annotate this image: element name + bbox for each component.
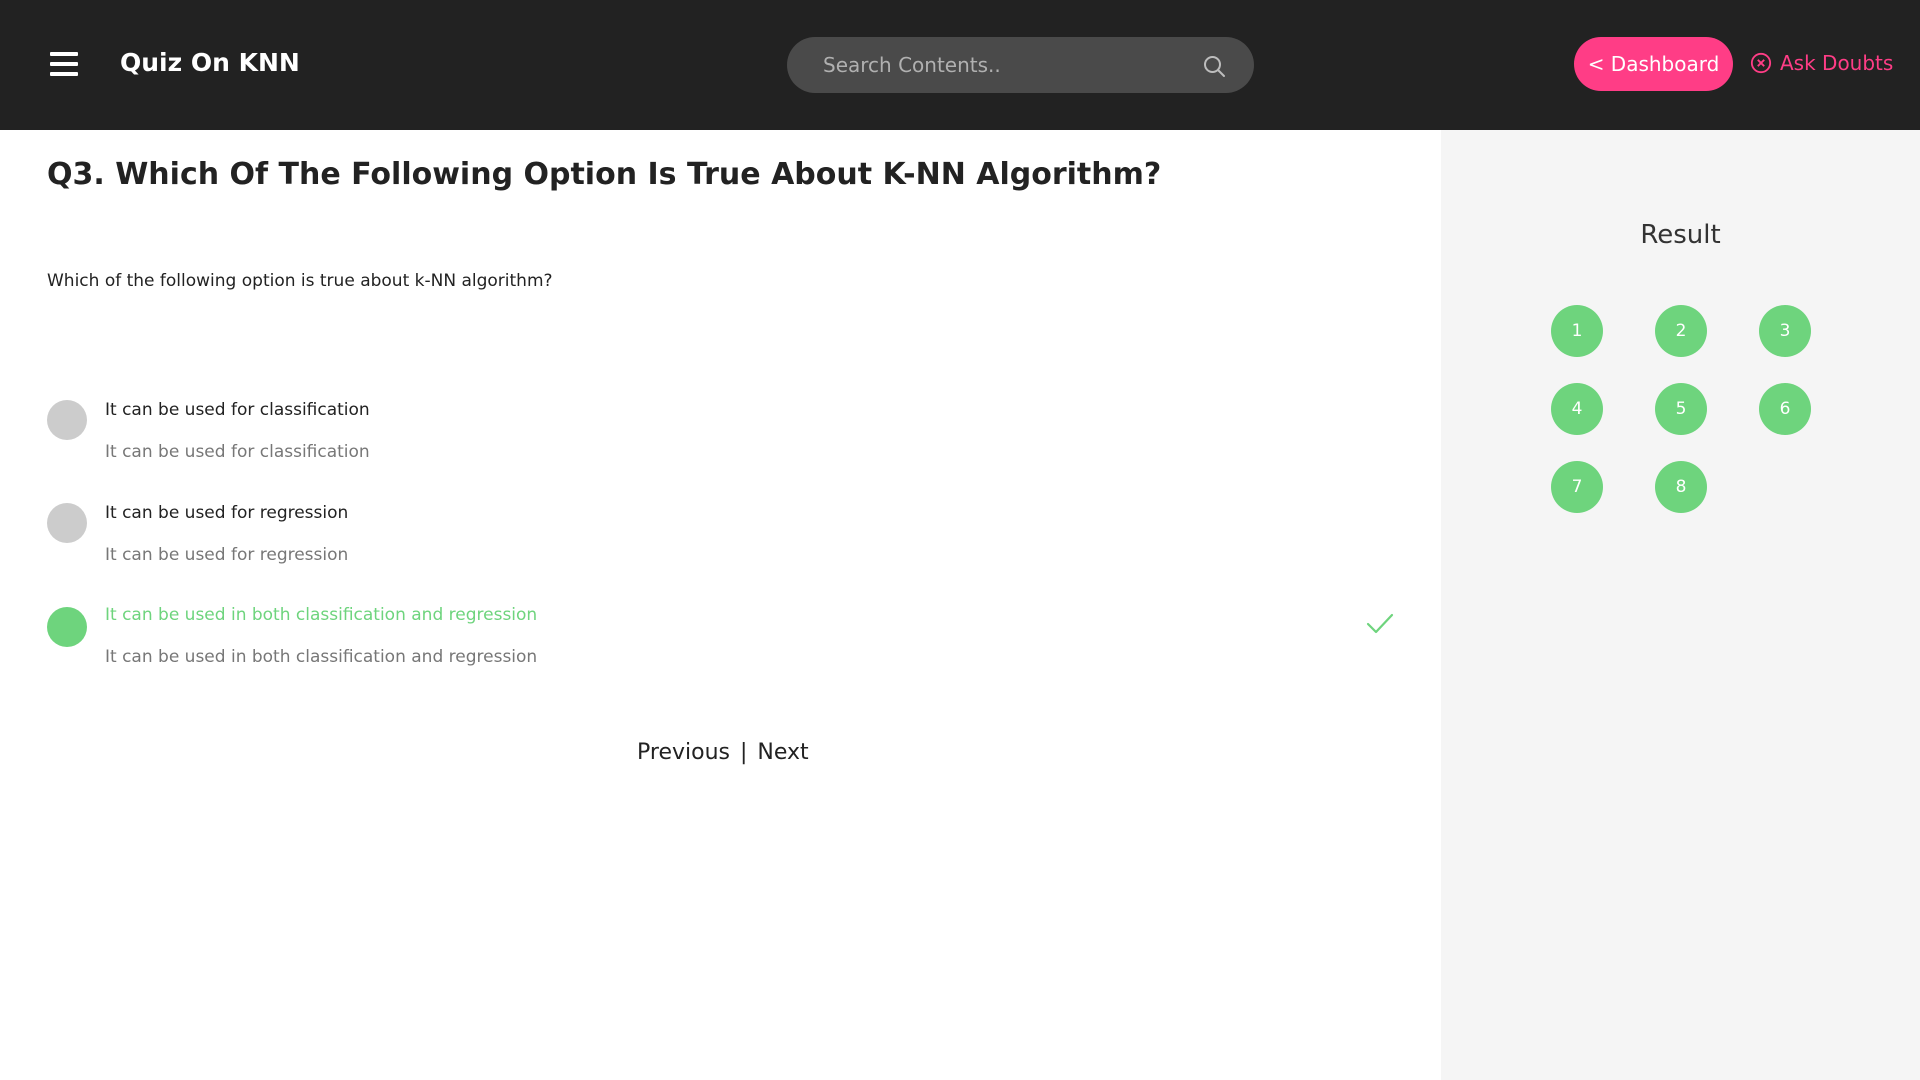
question-nav-2[interactable]: 2	[1655, 305, 1707, 357]
circle-x-icon	[1750, 52, 1772, 74]
result-sidebar: Result 1 2 3 4 5 6 7 8	[1441, 130, 1920, 1080]
menu-line	[50, 72, 78, 76]
ask-doubts-link[interactable]: Ask Doubts	[1750, 48, 1893, 78]
search-bar	[787, 37, 1254, 93]
option-description: It can be used in both classification an…	[105, 647, 538, 667]
option-description: It can be used for regression	[105, 545, 349, 565]
search-icon[interactable]	[1202, 54, 1226, 78]
option-description: It can be used for classification	[105, 442, 370, 462]
page-title: Quiz On KNN	[120, 48, 300, 77]
option-label: It can be used for classification	[105, 400, 370, 420]
question-nav-5[interactable]: 5	[1655, 383, 1707, 435]
result-title: Result	[1640, 220, 1721, 250]
question-nav-7[interactable]: 7	[1551, 461, 1603, 513]
option-3[interactable]: It can be used in both classification an…	[47, 605, 1397, 685]
question-nav-1[interactable]: 1	[1551, 305, 1603, 357]
option-1[interactable]: It can be used for classification It can…	[47, 400, 1397, 480]
option-label: It can be used for regression	[105, 503, 349, 523]
question-nav-3[interactable]: 3	[1759, 305, 1811, 357]
radio-button[interactable]	[47, 503, 87, 543]
question-nav-6[interactable]: 6	[1759, 383, 1811, 435]
question-nav-4[interactable]: 4	[1551, 383, 1603, 435]
next-link[interactable]: Next	[757, 740, 808, 765]
question-nav-8[interactable]: 8	[1655, 461, 1707, 513]
pagination: Previous | Next	[637, 740, 809, 765]
hamburger-menu-icon[interactable]	[50, 52, 78, 76]
search-input[interactable]	[823, 37, 1183, 93]
question-text: Which of the following option is true ab…	[47, 271, 553, 291]
ask-doubts-label: Ask Doubts	[1780, 51, 1894, 75]
dashboard-button[interactable]: < Dashboard	[1574, 37, 1733, 91]
top-bar: Quiz On KNN < Dashboard Ask Doubts	[0, 0, 1920, 130]
radio-button[interactable]	[47, 400, 87, 440]
previous-link[interactable]: Previous	[637, 740, 730, 765]
pager-separator: |	[739, 740, 748, 765]
checkmark-icon	[1366, 613, 1394, 634]
question-title: Q3. Which Of The Following Option Is Tru…	[47, 157, 1162, 192]
menu-line	[50, 62, 78, 66]
option-label: It can be used in both classification an…	[105, 605, 538, 625]
option-2[interactable]: It can be used for regression It can be …	[47, 503, 1397, 583]
radio-button-correct[interactable]	[47, 607, 87, 647]
menu-line	[50, 52, 78, 56]
